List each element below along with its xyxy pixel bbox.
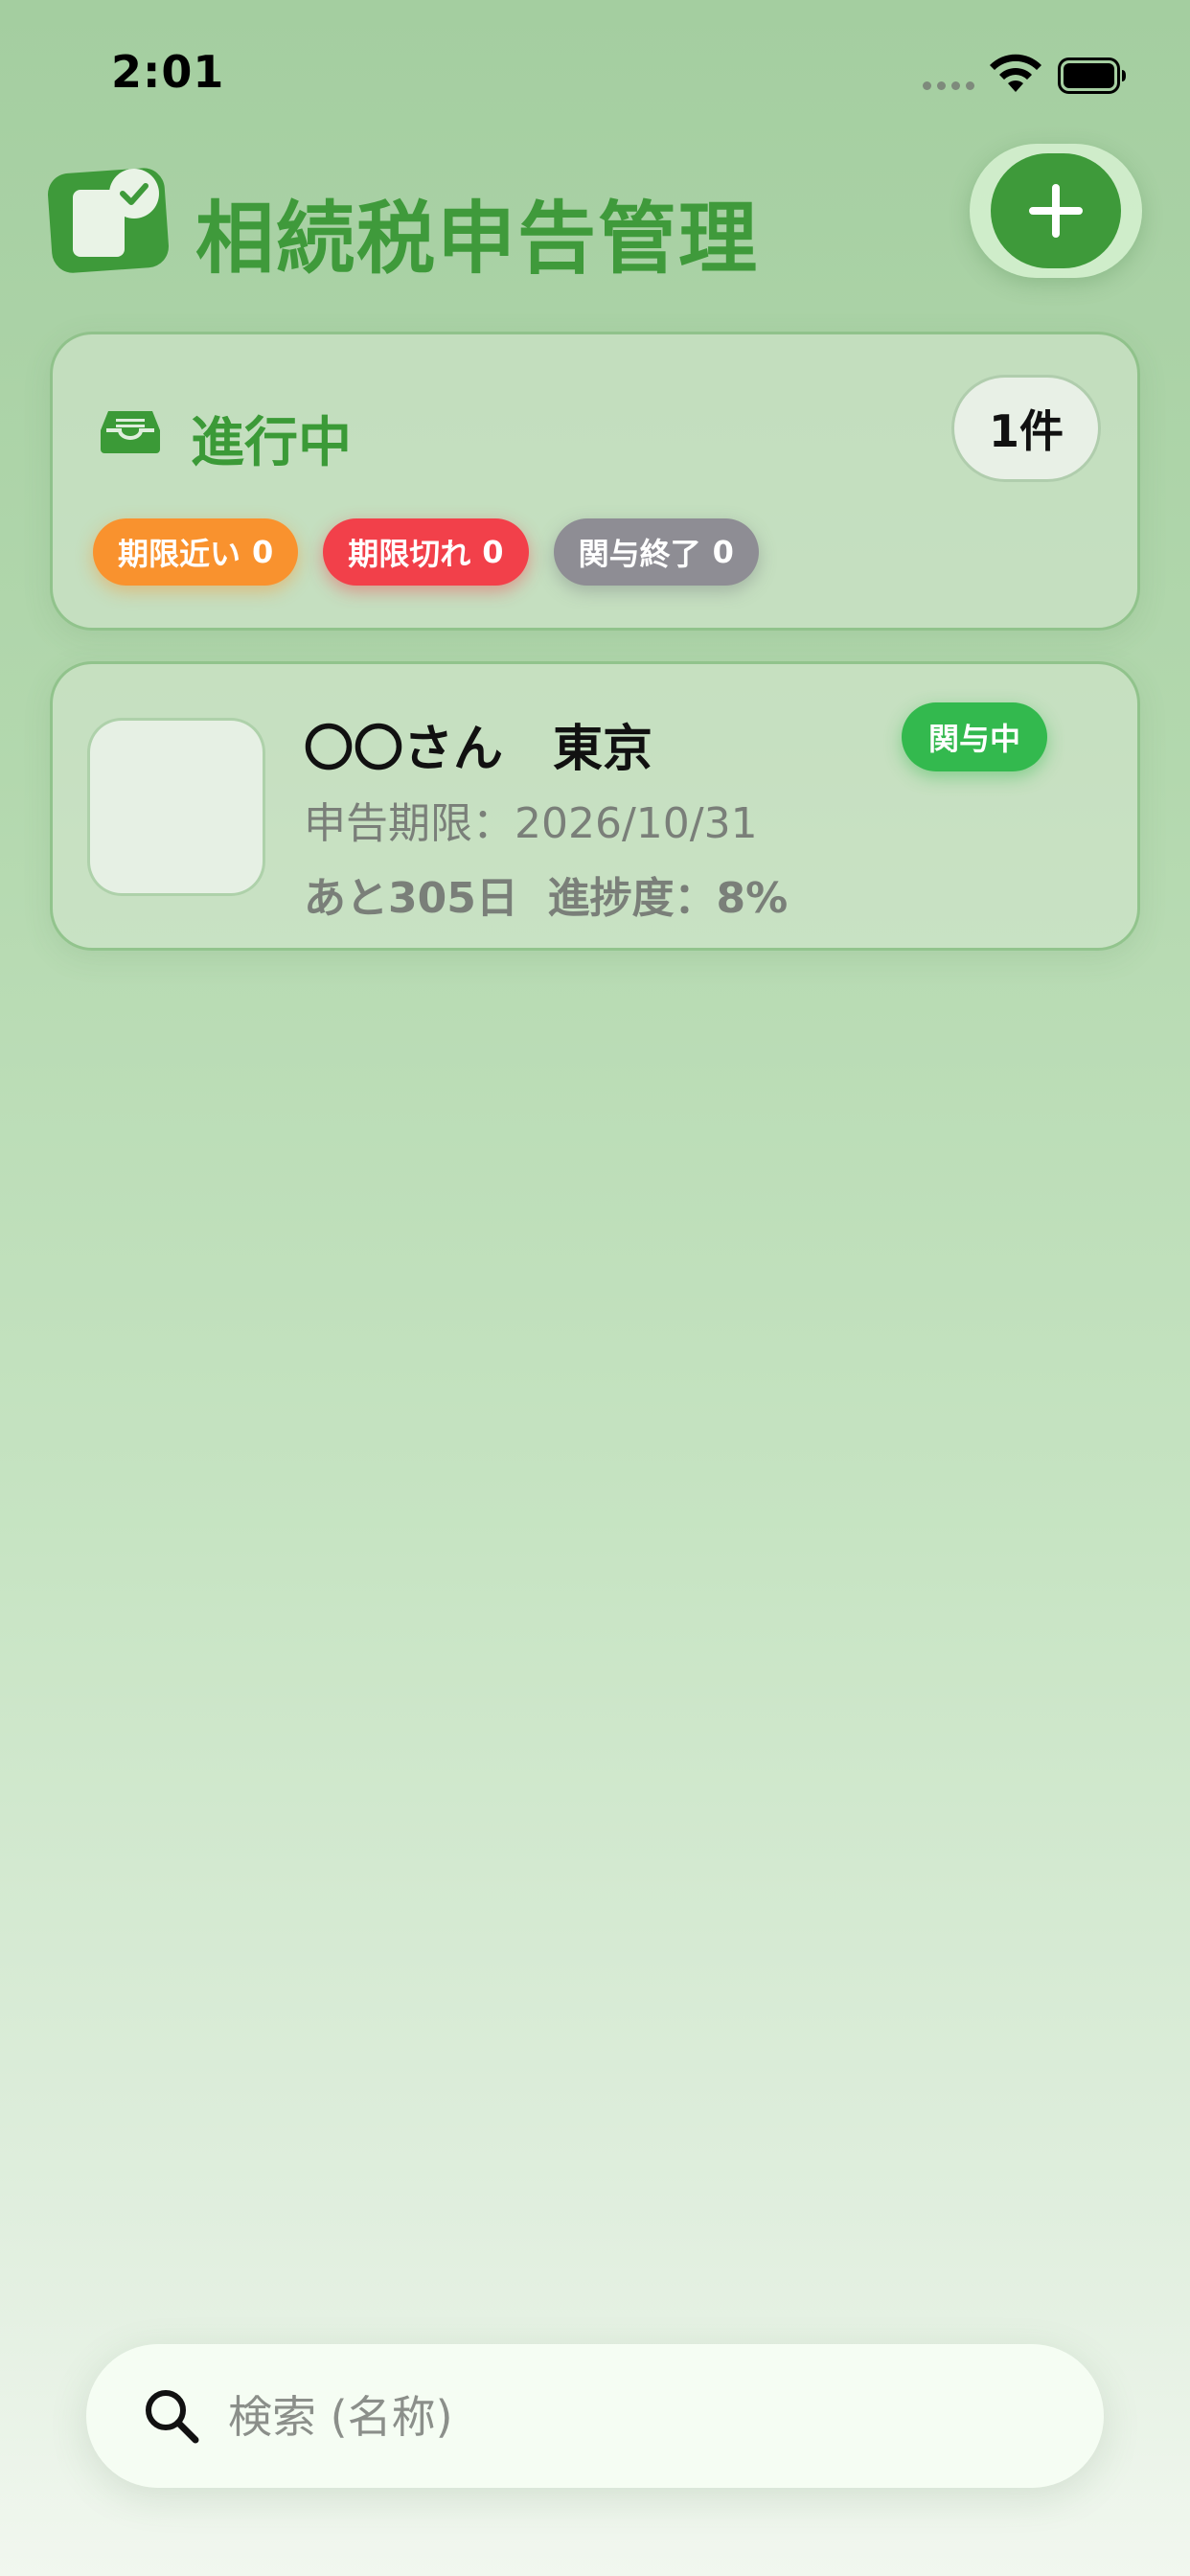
client-remaining-progress: あと305日 進捗度：8% [304,874,789,923]
count-badge: 1件 [951,375,1101,482]
wifi-icon [990,54,1041,92]
search-bar[interactable] [86,2344,1104,2490]
badge-label: 期限切れ [348,536,471,572]
status-bar: 2:01 [0,0,1190,144]
document-check-icon [48,168,170,273]
plus-icon [1029,184,1083,238]
badge-count: 0 [482,534,504,570]
badge-label: 期限近い [118,536,241,572]
inbox-tray-icon [101,411,160,453]
badge-label: 関与終了 [578,536,701,572]
client-card[interactable]: 〇〇さん 東京 関与中 申告期限：2026/10/31 あと305日 進捗度：8… [50,661,1140,951]
badge-deadline-near[interactable]: 期限近い 0 [93,518,299,586]
search-input[interactable] [226,2344,1054,2490]
status-time: 2:01 [111,46,225,98]
battery-icon [1058,58,1126,94]
filter-badges: 期限近い 0 期限切れ 0 関与終了 0 [93,518,759,586]
page-title: 相続税申告管理 [195,194,760,285]
badge-overdue[interactable]: 期限切れ 0 [323,518,529,586]
status-badge: 関与中 [902,702,1048,771]
badge-ended[interactable]: 関与終了 0 [553,518,759,586]
client-name: 〇〇さん 東京 [304,721,653,778]
progress-summary-card[interactable]: 進行中 1件 期限近い 0 期限切れ 0 関与終了 0 [50,332,1140,631]
badge-count: 0 [252,534,274,570]
client-deadline: 申告期限：2026/10/31 [304,799,758,848]
section-title: 進行中 [191,412,352,474]
cellular-signal-icon [923,81,974,90]
add-client-button[interactable] [991,153,1121,268]
client-thumbnail [87,718,265,896]
search-icon [146,2390,199,2444]
badge-count: 0 [712,534,734,570]
